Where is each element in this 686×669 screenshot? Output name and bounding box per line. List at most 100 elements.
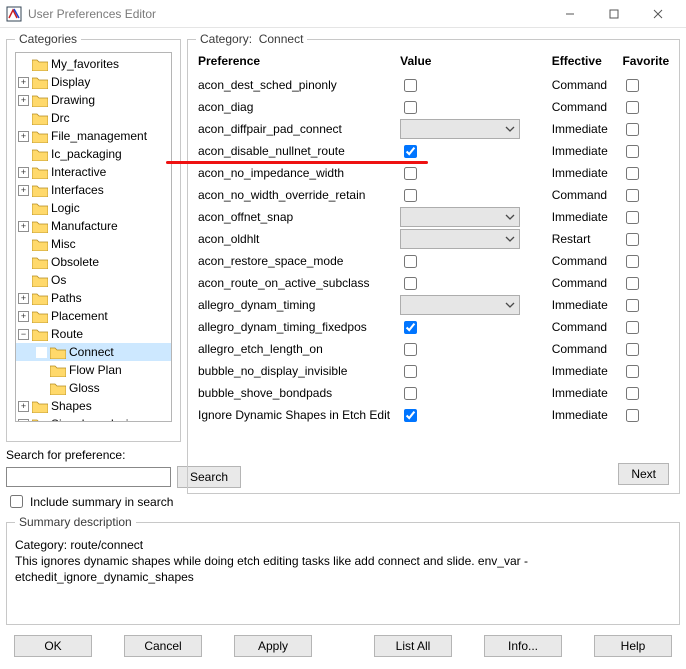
ok-button[interactable]: OK: [14, 635, 92, 657]
tree-item-connect[interactable]: Connect: [16, 343, 171, 361]
tree-item-logic[interactable]: Logic: [16, 199, 171, 217]
categories-tree[interactable]: My_favorites+Display+DrawingDrc+File_man…: [15, 52, 172, 422]
folder-icon: [32, 310, 48, 323]
collapse-icon[interactable]: −: [18, 329, 29, 340]
value-checkbox[interactable]: [404, 321, 417, 334]
help-button[interactable]: Help: [594, 635, 672, 657]
pref-name: acon_route_on_active_subclass: [196, 272, 398, 294]
pref-favorite-cell: [620, 228, 671, 250]
expand-icon[interactable]: +: [18, 77, 29, 88]
pref-row: allegro_dynam_timingImmediate: [196, 294, 671, 316]
expand-icon[interactable]: +: [18, 293, 29, 304]
pref-effective: Command: [550, 272, 621, 294]
tree-item-manufacture[interactable]: +Manufacture: [16, 217, 171, 235]
folder-icon: [32, 184, 48, 197]
expand-icon[interactable]: +: [18, 221, 29, 232]
tree-item-gloss[interactable]: Gloss: [16, 379, 171, 397]
tree-item-route[interactable]: −Route: [16, 325, 171, 343]
tree-item-placement[interactable]: +Placement: [16, 307, 171, 325]
value-combobox[interactable]: [400, 207, 520, 227]
tree-item-misc[interactable]: Misc: [16, 235, 171, 253]
favorite-checkbox[interactable]: [626, 321, 639, 334]
value-checkbox[interactable]: [404, 409, 417, 422]
favorite-checkbox[interactable]: [626, 145, 639, 158]
tree-item-paths[interactable]: +Paths: [16, 289, 171, 307]
value-checkbox[interactable]: [404, 365, 417, 378]
tree-item-os[interactable]: Os: [16, 271, 171, 289]
value-combobox[interactable]: [400, 295, 520, 315]
tree-label: Interactive: [51, 165, 106, 179]
value-checkbox[interactable]: [404, 79, 417, 92]
pref-favorite-cell: [620, 162, 671, 184]
tree-item-obsolete[interactable]: Obsolete: [16, 253, 171, 271]
value-checkbox[interactable]: [404, 167, 417, 180]
pref-value-cell: [398, 96, 550, 118]
tree-item-drc[interactable]: Drc: [16, 109, 171, 127]
favorite-checkbox[interactable]: [626, 101, 639, 114]
expand-icon[interactable]: +: [18, 185, 29, 196]
value-combobox[interactable]: [400, 119, 520, 139]
maximize-button[interactable]: [592, 0, 636, 28]
favorite-checkbox[interactable]: [626, 211, 639, 224]
expand-icon[interactable]: +: [18, 131, 29, 142]
pref-favorite-cell: [620, 272, 671, 294]
expand-icon[interactable]: +: [18, 419, 29, 423]
tree-item-interfaces[interactable]: +Interfaces: [16, 181, 171, 199]
tree-item-flow-plan[interactable]: Flow Plan: [16, 361, 171, 379]
tree-item-drawing[interactable]: + Drawing: [16, 91, 171, 109]
tree-item-ic_packaging[interactable]: Ic_packaging: [16, 145, 171, 163]
list-all-button[interactable]: List All: [374, 635, 452, 657]
favorite-checkbox[interactable]: [626, 343, 639, 356]
minimize-button[interactable]: [548, 0, 592, 28]
tree-item-file_management[interactable]: +File_management: [16, 127, 171, 145]
favorite-checkbox[interactable]: [626, 409, 639, 422]
expand-icon[interactable]: +: [18, 311, 29, 322]
titlebar: User Preferences Editor: [0, 0, 686, 28]
favorite-checkbox[interactable]: [626, 167, 639, 180]
expand-icon[interactable]: +: [18, 401, 29, 412]
pref-row: acon_diagCommand: [196, 96, 671, 118]
favorite-checkbox[interactable]: [626, 233, 639, 246]
include-summary-checkbox[interactable]: [10, 495, 23, 508]
next-button[interactable]: Next: [618, 463, 669, 485]
favorite-checkbox[interactable]: [626, 255, 639, 268]
tree-label: Drawing: [51, 93, 95, 107]
favorite-checkbox[interactable]: [626, 277, 639, 290]
favorite-checkbox[interactable]: [626, 387, 639, 400]
include-summary-check[interactable]: Include summary in search: [6, 492, 181, 511]
favorite-checkbox[interactable]: [626, 123, 639, 136]
apply-button[interactable]: Apply: [234, 635, 312, 657]
summary-category: Category: route/connect: [15, 537, 671, 553]
tree-item-signal_analysis[interactable]: +Signal_analysis: [16, 415, 171, 422]
pref-value-cell: [398, 162, 550, 184]
favorite-checkbox[interactable]: [626, 365, 639, 378]
favorite-checkbox[interactable]: [626, 79, 639, 92]
cancel-button[interactable]: Cancel: [124, 635, 202, 657]
search-input[interactable]: [6, 467, 171, 487]
value-checkbox[interactable]: [404, 343, 417, 356]
value-checkbox[interactable]: [404, 255, 417, 268]
pref-favorite-cell: [620, 96, 671, 118]
pref-value-cell: [398, 74, 550, 96]
pref-value-cell: [398, 294, 550, 316]
favorite-checkbox[interactable]: [626, 299, 639, 312]
pref-effective: Immediate: [550, 382, 621, 404]
value-checkbox[interactable]: [404, 277, 417, 290]
value-checkbox[interactable]: [404, 189, 417, 202]
tree-item-display[interactable]: +Display: [16, 73, 171, 91]
value-checkbox[interactable]: [404, 145, 417, 158]
close-button[interactable]: [636, 0, 680, 28]
summary-text: This ignores dynamic shapes while doing …: [15, 553, 671, 585]
expand-icon[interactable]: +: [18, 95, 29, 106]
value-combobox[interactable]: [400, 229, 520, 249]
tree-item-interactive[interactable]: + Interactive: [16, 163, 171, 181]
tree-item-my_favorites[interactable]: My_favorites: [16, 55, 171, 73]
col-preference: Preference: [196, 52, 398, 74]
favorite-checkbox[interactable]: [626, 189, 639, 202]
pref-row: Ignore Dynamic Shapes in Etch EditImmedi…: [196, 404, 671, 426]
value-checkbox[interactable]: [404, 101, 417, 114]
info-button[interactable]: Info...: [484, 635, 562, 657]
value-checkbox[interactable]: [404, 387, 417, 400]
expand-icon[interactable]: +: [18, 167, 29, 178]
tree-item-shapes[interactable]: +Shapes: [16, 397, 171, 415]
